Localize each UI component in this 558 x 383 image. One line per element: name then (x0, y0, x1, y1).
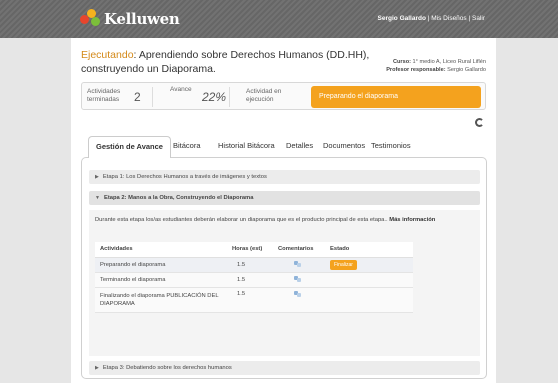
status-cell (325, 272, 413, 288)
activity-hours: 1.5 (227, 287, 273, 313)
completed-count: 2 (134, 90, 141, 104)
activities-table: Actividades Horas (est) Comentarios Esta… (95, 242, 413, 313)
tab-details[interactable]: Detalles (286, 136, 313, 156)
activity-name: Finalizando el diaporama PUBLICACIÓN DEL… (95, 287, 227, 313)
activity-name: Preparando el diaporama (95, 257, 227, 273)
current-activity-label: Actividad en ejecución (246, 88, 281, 104)
course-label: Curso: (392, 59, 411, 65)
stage-3-header[interactable]: ▶ Etapa 3: Debatiendo sobre los derechos … (89, 361, 480, 375)
stage-2-header[interactable]: ▼ Etapa 2: Manos a la Obra, Construyendo … (89, 191, 480, 205)
column-header: Horas (est) (227, 242, 273, 258)
table-row: Finalizando el diaporama PUBLICACIÓN DEL… (95, 287, 413, 313)
table-row: Preparando el diaporama 1.5 Finalizar (95, 257, 413, 273)
user-links: Sergio Gallardo | Mis Diseños | Salir (378, 15, 485, 22)
stats-bar: Actividades terminadas 2 Avance 22% Acti… (81, 82, 486, 110)
teacher-value: Sergio Gallardo (447, 67, 486, 73)
refresh-icon[interactable] (475, 118, 484, 127)
design-title-line1: Aprendiendo sobre Derechos Humanos (DD.H… (138, 49, 370, 61)
activity-name: Terminando el diaporama (95, 272, 227, 288)
design-title: Ejecutando: Aprendiendo sobre Derechos H… (81, 48, 369, 76)
stage-description-text: Durante esta etapa los/as estudiantes de… (95, 217, 388, 223)
comments-cell (273, 257, 325, 273)
current-label-line2: ejecución (246, 96, 274, 103)
comments-cell (273, 287, 325, 313)
top-bar: Kelluwen Sergio Gallardo | Mis Diseños |… (0, 0, 558, 38)
stage-1-title: Etapa 1: Los Derechos Humanos a través d… (102, 174, 267, 180)
chevron-right-icon: ▶ (95, 174, 99, 180)
completed-label-line1: Actividades (87, 88, 121, 95)
column-header: Estado (325, 242, 413, 258)
completed-label: Actividades terminadas (87, 88, 120, 104)
tab-testimonials[interactable]: Testimonios (371, 136, 411, 156)
design-status: Ejecutando (81, 49, 134, 61)
progress-panel: ▶ Etapa 1: Los Derechos Humanos a través … (81, 157, 487, 379)
table-row: Terminando el diaporama 1.5 (95, 272, 413, 288)
tab-log-history[interactable]: Historial Bitácora (218, 136, 275, 156)
course-value: 1° medio A, Liceo Rural Liflén (412, 59, 486, 65)
comments-icon[interactable] (294, 260, 301, 267)
tab-log[interactable]: Bitácora (173, 136, 201, 156)
logo[interactable]: Kelluwen (80, 9, 180, 29)
main-page: Ejecutando: Aprendiendo sobre Derechos H… (71, 38, 496, 383)
design-title-line2: construyendo un Diaporama. (81, 63, 216, 75)
comments-icon[interactable] (294, 275, 301, 282)
status-cell: Finalizar (325, 257, 413, 273)
status-cell (325, 287, 413, 313)
my-designs-link[interactable]: Mis Diseños (431, 15, 466, 22)
logo-text: Kelluwen (104, 10, 180, 28)
teacher-label: Profesor responsable: (386, 67, 446, 73)
current-label-line1: Actividad en (246, 88, 282, 95)
column-header: Actividades (95, 242, 227, 258)
activity-hours: 1.5 (227, 257, 273, 273)
comments-cell (273, 272, 325, 288)
stage-2-body: Durante esta etapa los/as estudiantes de… (89, 210, 480, 356)
course-info: Curso: 1° medio A, Liceo Rural Liflén Pr… (386, 58, 486, 74)
current-activity-box[interactable]: Preparando el diaporama (311, 86, 481, 108)
activity-hours: 1.5 (227, 272, 273, 288)
progress-label: Avance (170, 86, 192, 93)
completed-label-line2: terminadas (87, 96, 120, 103)
stage-description: Durante esta etapa los/as estudiantes de… (95, 216, 475, 225)
divider (229, 87, 230, 107)
divider (152, 87, 153, 107)
finalize-button[interactable]: Finalizar (330, 259, 357, 270)
progress-value: 22% (202, 90, 227, 104)
user-name[interactable]: Sergio Gallardo (378, 15, 426, 22)
column-header: Comentarios (273, 242, 325, 258)
chevron-right-icon: ▶ (95, 365, 99, 371)
more-info-link[interactable]: Más información (389, 217, 435, 223)
logo-icon (80, 9, 102, 29)
logout-link[interactable]: Salir (472, 15, 485, 22)
tab-documents[interactable]: Documentos (323, 136, 365, 156)
table-header-row: Actividades Horas (est) Comentarios Esta… (95, 242, 413, 258)
tab-progress-management[interactable]: Gestión de Avance (88, 136, 171, 158)
stage-3-title: Etapa 3: Debatiendo sobre los derechos h… (102, 365, 232, 371)
stage-1-header[interactable]: ▶ Etapa 1: Los Derechos Humanos a través … (89, 170, 480, 184)
comments-icon[interactable] (294, 290, 301, 297)
chevron-down-icon: ▼ (95, 195, 100, 201)
stage-2-title: Etapa 2: Manos a la Obra, Construyendo e… (103, 195, 254, 201)
